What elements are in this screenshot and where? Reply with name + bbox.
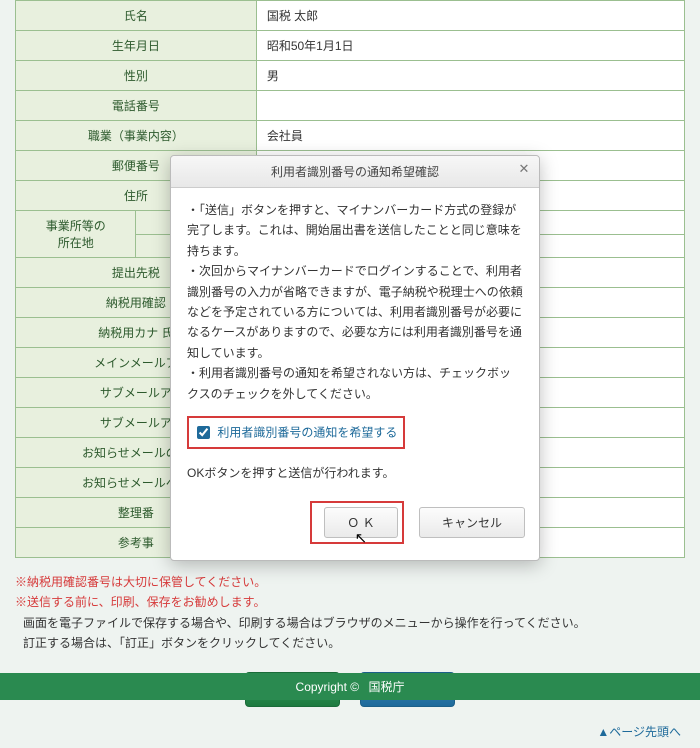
form-value: 昭和50年1月1日 <box>256 31 684 61</box>
notify-checkbox[interactable] <box>197 426 210 439</box>
form-label: 生年月日 <box>16 31 257 61</box>
dialog-note: OKボタンを押すと送信が行われます。 <box>187 463 523 483</box>
page-top-link[interactable]: ▲ページ先頭へ <box>597 725 681 739</box>
dialog-title: 利用者識別番号の通知希望確認 <box>271 165 439 179</box>
ok-button[interactable]: Ｏ Ｋ ↖ <box>324 507 397 538</box>
cursor-icon: ↖ <box>355 529 368 547</box>
warning-1: ※納税用確認番号は大切に保管してください。 <box>15 572 685 592</box>
form-label: 事業所等の 所在地 <box>16 211 136 258</box>
warnings-block: ※納税用確認番号は大切に保管してください。 ※送信する前に、印刷、保存をお勧めし… <box>15 572 685 654</box>
dialog-body: ・「送信」ボタンを押すと、マイナンバーカード方式の登録が完了します。これは、開始… <box>171 188 539 491</box>
form-value <box>256 91 684 121</box>
form-label: 職業（事業内容） <box>16 121 257 151</box>
dialog-paragraph: ・「送信」ボタンを押すと、マイナンバーカード方式の登録が完了します。これは、開始… <box>187 200 523 261</box>
close-icon[interactable]: ✕ <box>515 161 533 179</box>
form-value: 国税 太郎 <box>256 1 684 31</box>
notify-checkbox-label: 利用者識別番号の通知を希望する <box>217 426 397 440</box>
warning-2: ※送信する前に、印刷、保存をお勧めします。 <box>15 592 685 612</box>
form-label: 性別 <box>16 61 257 91</box>
cancel-button[interactable]: キャンセル <box>419 507 525 538</box>
notify-checkbox-row: 利用者識別番号の通知を希望する <box>187 416 405 449</box>
form-value: 会社員 <box>256 121 684 151</box>
form-label: 電話番号 <box>16 91 257 121</box>
ok-highlight: Ｏ Ｋ ↖ <box>310 501 403 544</box>
note-2: 訂正する場合は、「訂正」ボタンをクリックしてください。 <box>23 633 685 653</box>
confirm-dialog: 利用者識別番号の通知希望確認 ✕ ・「送信」ボタンを押すと、マイナンバーカード方… <box>170 155 540 561</box>
dialog-paragraph: ・次回からマイナンバーカードでログインすることで、利用者識別番号の入力が省略でき… <box>187 261 523 363</box>
form-value: 男 <box>256 61 684 91</box>
form-label: 氏名 <box>16 1 257 31</box>
dialog-title-bar: 利用者識別番号の通知希望確認 ✕ <box>171 156 539 188</box>
footer: Copyright © 国税庁 <box>0 673 700 700</box>
dialog-paragraph: ・利用者識別番号の通知を希望されない方は、チェックボックスのチェックを外してくだ… <box>187 363 523 404</box>
note-1: 画面を電子ファイルで保存する場合や、印刷する場合はブラウザのメニューから操作を行… <box>23 613 685 633</box>
